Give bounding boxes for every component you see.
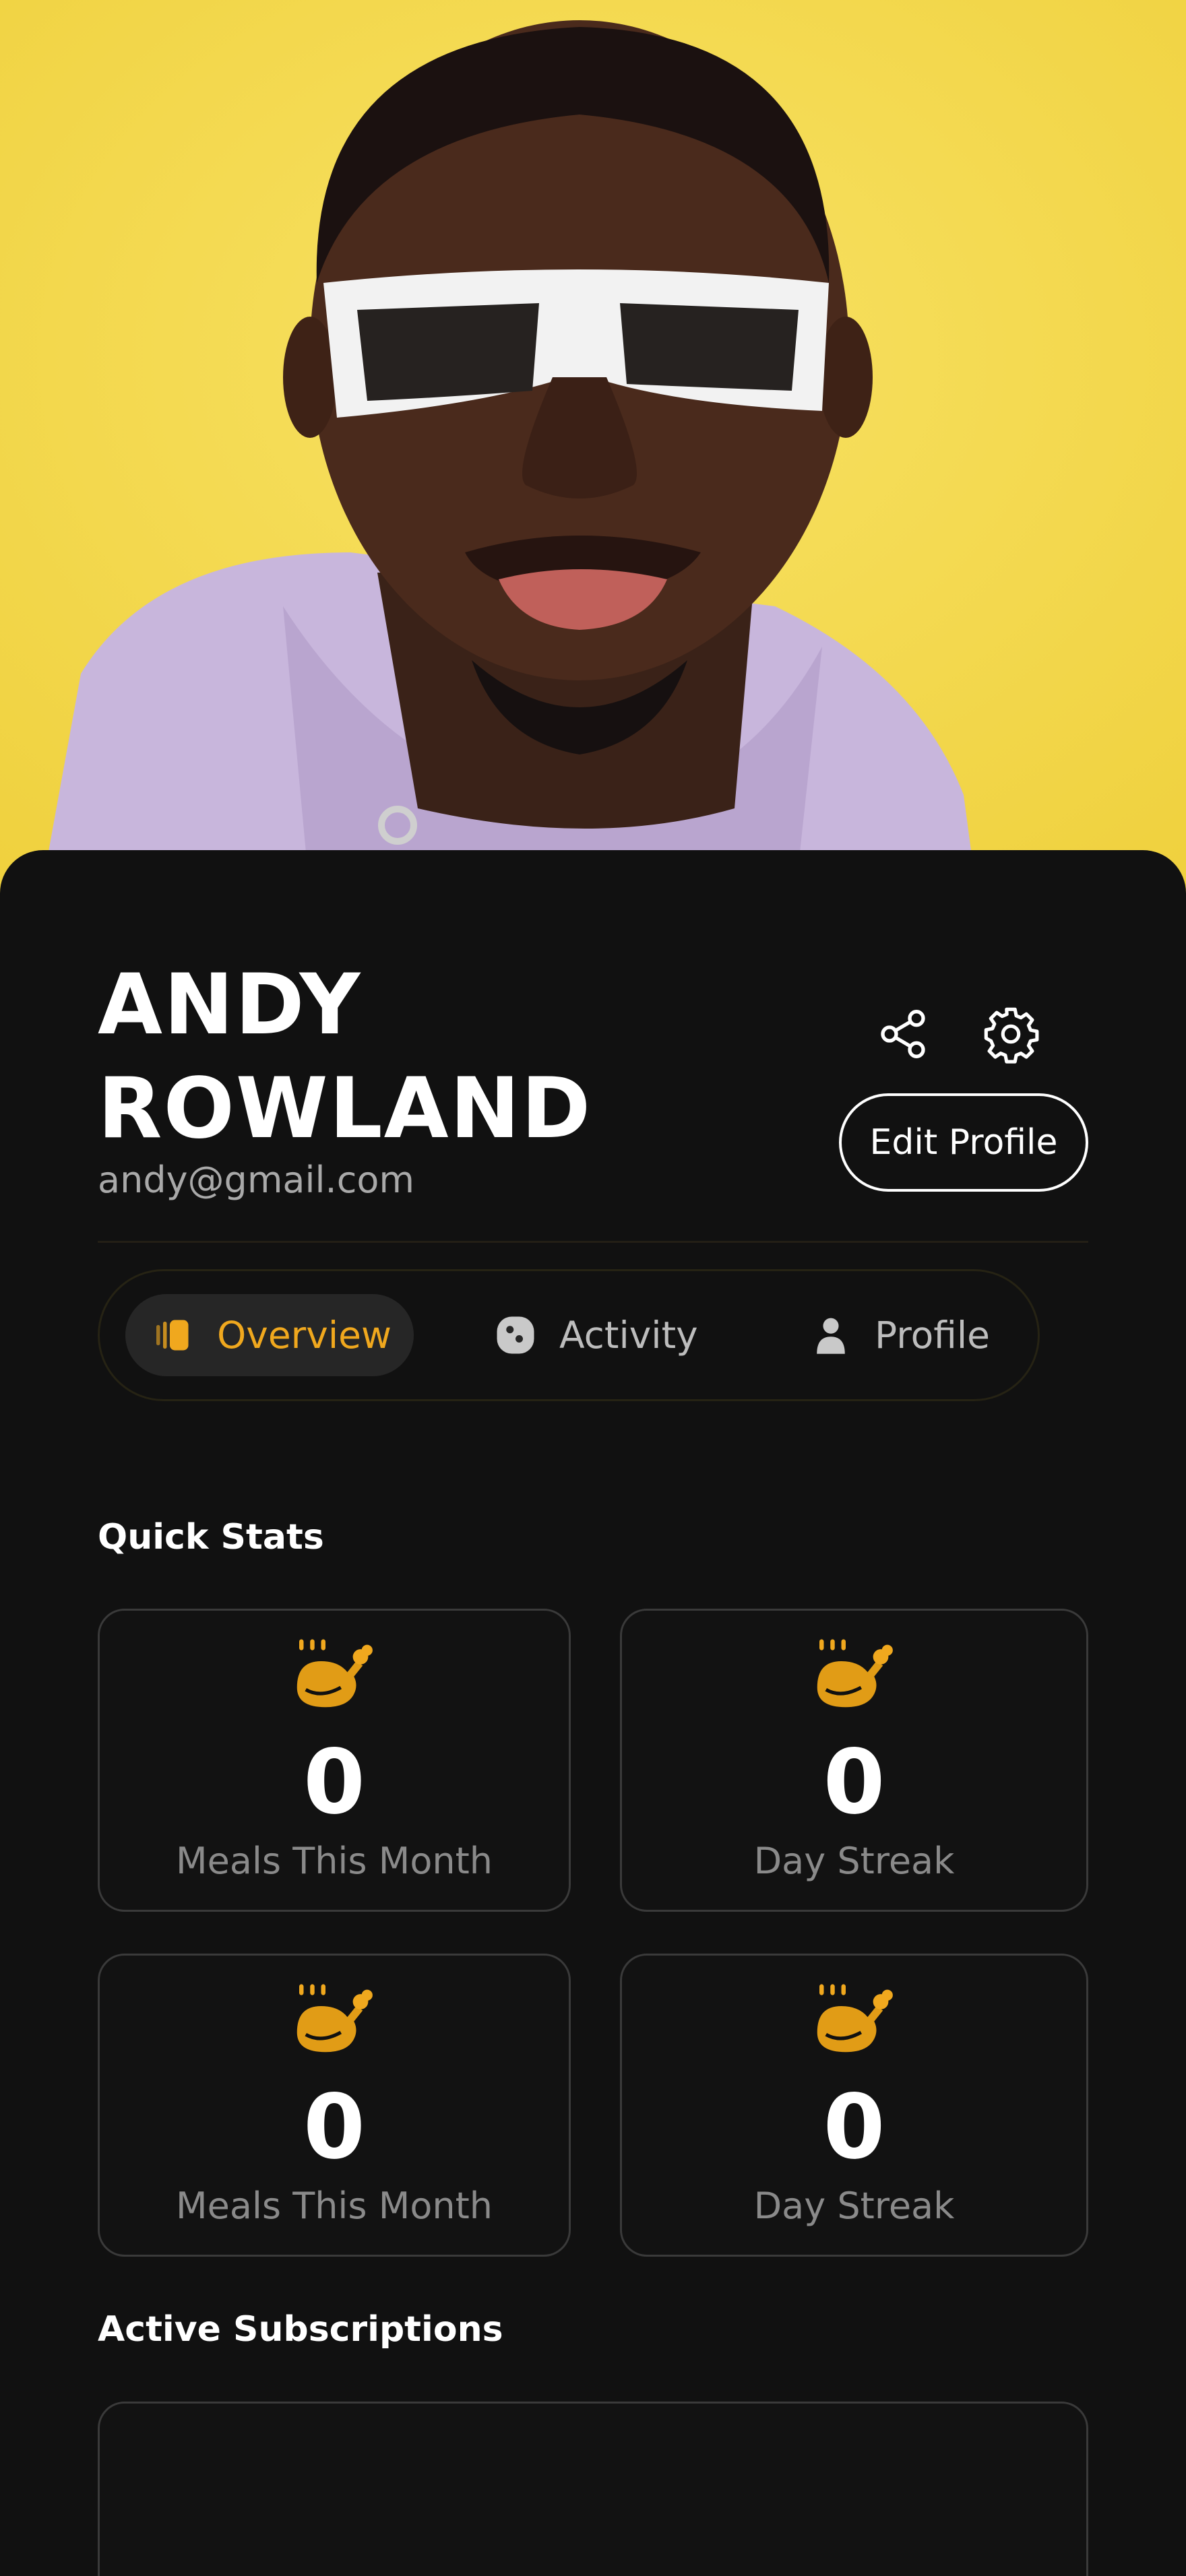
profile-tabs: Overview Activity Profile (98, 1269, 1040, 1401)
stat-card: 0 Meals This Month (98, 1954, 571, 2257)
stat-label: Day Streak (753, 1840, 955, 1882)
edit-profile-button[interactable]: Edit Profile (839, 1093, 1088, 1192)
header-divider (98, 1241, 1088, 1243)
chicken-icon (817, 1639, 893, 1708)
tab-activity[interactable]: Activity (492, 1294, 748, 1376)
tab-activity-label: Activity (559, 1314, 698, 1357)
stat-card: 0 Meals This Month (98, 1609, 571, 1912)
person-icon (807, 1312, 854, 1359)
chicken-icon (296, 1639, 373, 1708)
activity-icon (492, 1312, 539, 1359)
gear-icon (984, 1007, 1039, 1064)
share-icon (881, 1010, 925, 1058)
overview-icon (150, 1312, 197, 1359)
stat-label: Meals This Month (176, 1840, 493, 1882)
stat-value: 0 (303, 2075, 365, 2179)
stat-card: 0 Day Streak (620, 1954, 1088, 2257)
subscriptions-card (98, 2402, 1088, 2576)
tab-profile[interactable]: Profile (807, 1294, 1030, 1376)
chicken-icon (817, 1984, 893, 2053)
tab-profile-label: Profile (875, 1314, 991, 1357)
stat-value: 0 (303, 1731, 365, 1834)
settings-button[interactable] (974, 997, 1048, 1071)
stat-card: 0 Day Streak (620, 1609, 1088, 1912)
tab-overview-label: Overview (217, 1314, 392, 1357)
quick-stats-title: Quick Stats (98, 1517, 324, 1557)
stat-value: 0 (823, 1731, 885, 1834)
stat-label: Day Streak (753, 2185, 955, 2227)
share-button[interactable] (866, 997, 940, 1071)
profile-email: andy@gmail.com (98, 1159, 415, 1201)
profile-photo-illustration (0, 0, 1186, 896)
profile-name: ANDY ROWLAND (98, 957, 592, 1157)
active-subscriptions-title: Active Subscriptions (98, 2309, 503, 2350)
stat-value: 0 (823, 2075, 885, 2179)
profile-cover-photo (0, 0, 1186, 896)
stat-label: Meals This Month (176, 2185, 493, 2227)
chicken-icon (296, 1984, 373, 2053)
tab-overview[interactable]: Overview (125, 1294, 414, 1376)
